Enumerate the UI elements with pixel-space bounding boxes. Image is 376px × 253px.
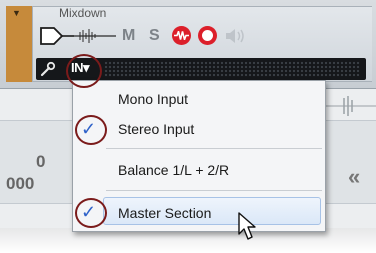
track-name[interactable]: Mixdown [59,6,106,20]
annotation-circle-master [75,198,107,228]
level-meter [104,61,360,77]
menu-item-stereo-input[interactable]: Stereo Input [118,121,194,137]
menu-item-mono-input[interactable]: Mono Input [118,91,188,107]
annotation-circle-stereo [75,115,107,145]
time-display-top: 0 [36,152,46,171]
mouse-pointer-icon [238,212,256,240]
triangle-down-icon[interactable]: ▼ [12,8,21,18]
record-button[interactable] [198,26,217,45]
monitor-button[interactable] [172,26,191,45]
wrench-icon[interactable] [39,60,57,78]
solo-button[interactable]: S [149,27,160,45]
menu-separator [106,148,322,149]
speaker-icon[interactable] [224,27,246,45]
mute-button[interactable]: M [122,27,135,45]
rewind-icon[interactable]: « [348,164,360,190]
app-area: ▼ Mixdown M S IN▾ 0 000 « Mono Input Ste… [0,0,376,253]
audio-output-icon [40,27,74,45]
annotation-circle-in-button [66,54,102,88]
waveform-icon [174,31,189,40]
time-display-bottom: 000 [6,174,35,193]
menu-item-balance[interactable]: Balance 1/L + 2/R [118,162,229,178]
menu-separator [106,190,322,191]
waveform-icon [322,96,376,116]
waveform-icon [72,29,116,43]
menu-item-master-section[interactable]: Master Section [118,205,211,221]
